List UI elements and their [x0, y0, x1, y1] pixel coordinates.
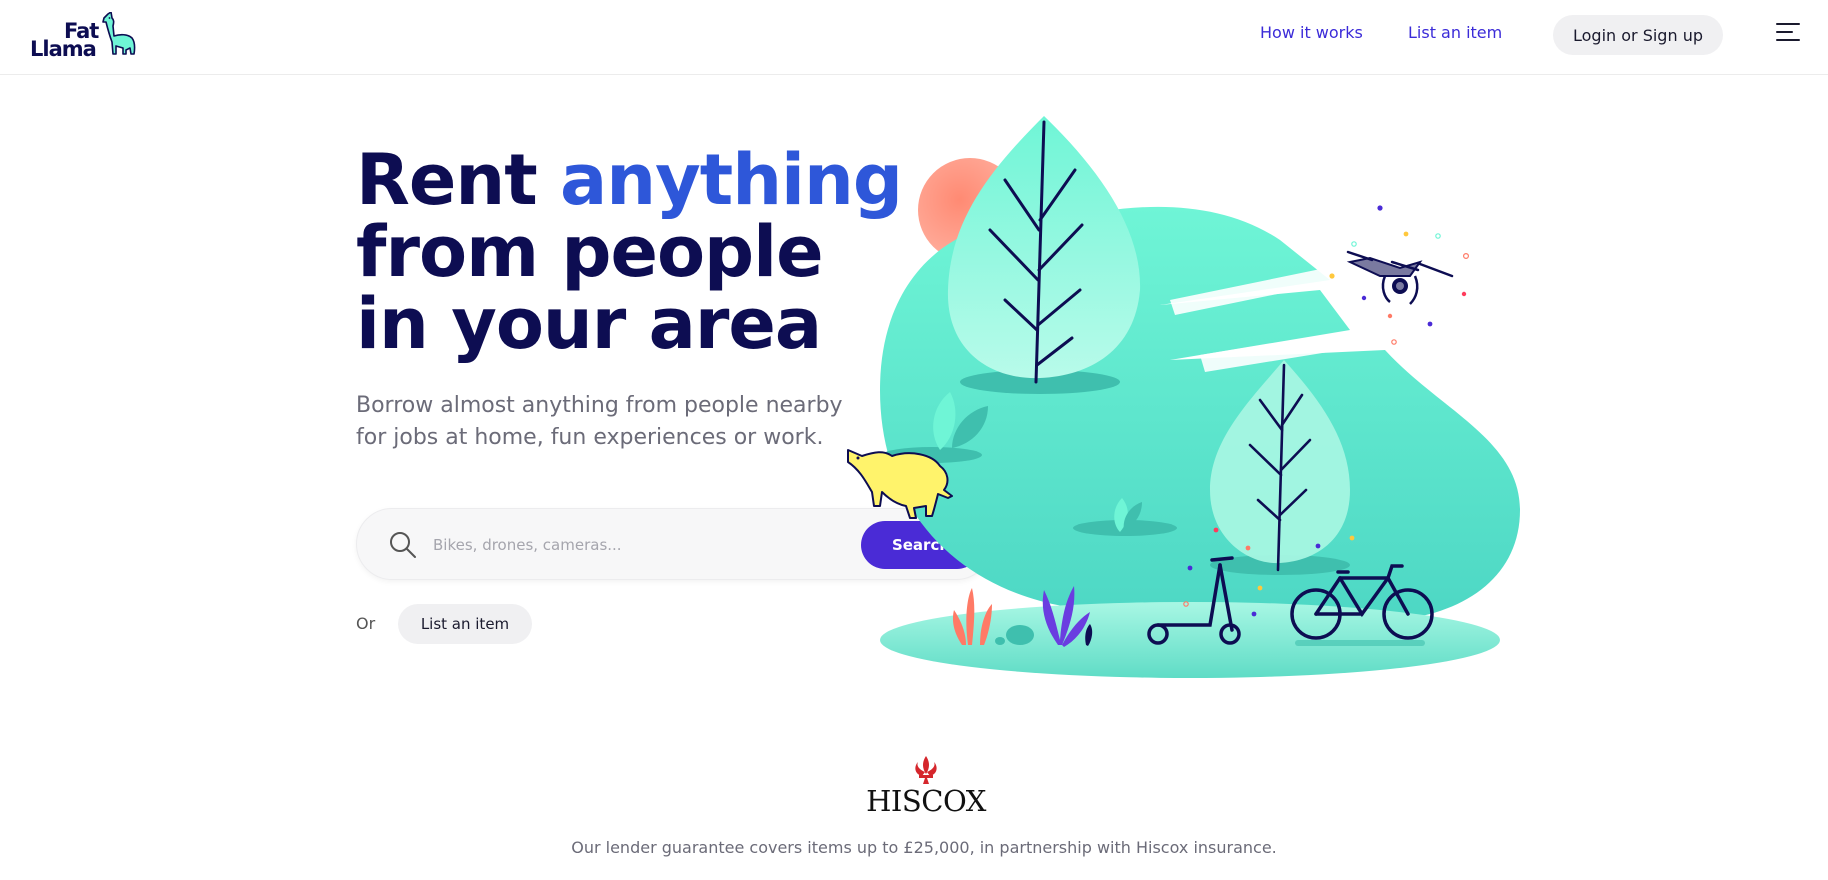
hero-illustration	[847, 116, 1520, 678]
hero-subtitle: Borrow almost anything from people nearb…	[356, 393, 843, 450]
rock	[995, 637, 1005, 645]
search-input[interactable]	[433, 523, 853, 567]
nav-list-item-link[interactable]: List an item	[1408, 23, 1502, 42]
site-header: Fat Llama How it works List an item Logi…	[0, 0, 1828, 75]
list-item-button[interactable]: List an item	[398, 604, 532, 644]
logo-text-llama: Llama	[30, 37, 97, 61]
hiscox-logo: HISCOX	[856, 756, 996, 818]
nav-how-it-works-link[interactable]: How it works	[1260, 23, 1363, 42]
hero-title-word: Rent	[356, 139, 561, 221]
hero-title: Rent anything from people in your area	[356, 144, 916, 360]
hero-title-rest: from people in your area	[356, 211, 824, 365]
hamburger-menu-icon[interactable]	[1776, 22, 1800, 42]
llama-logo-icon	[102, 12, 136, 55]
lender-guarantee-text: Our lender guarantee covers items up to …	[571, 838, 1277, 857]
rock	[1006, 625, 1034, 645]
hiscox-wordmark: HISCOX	[866, 784, 986, 818]
fat-llama-logo[interactable]: Fat Llama	[30, 12, 140, 60]
login-signup-button[interactable]: Login or Sign up	[1553, 15, 1723, 55]
search-icon	[390, 532, 416, 558]
fleur-de-lis-icon	[915, 756, 937, 784]
bicycle-stand	[1295, 640, 1425, 646]
or-label: Or	[356, 614, 376, 633]
